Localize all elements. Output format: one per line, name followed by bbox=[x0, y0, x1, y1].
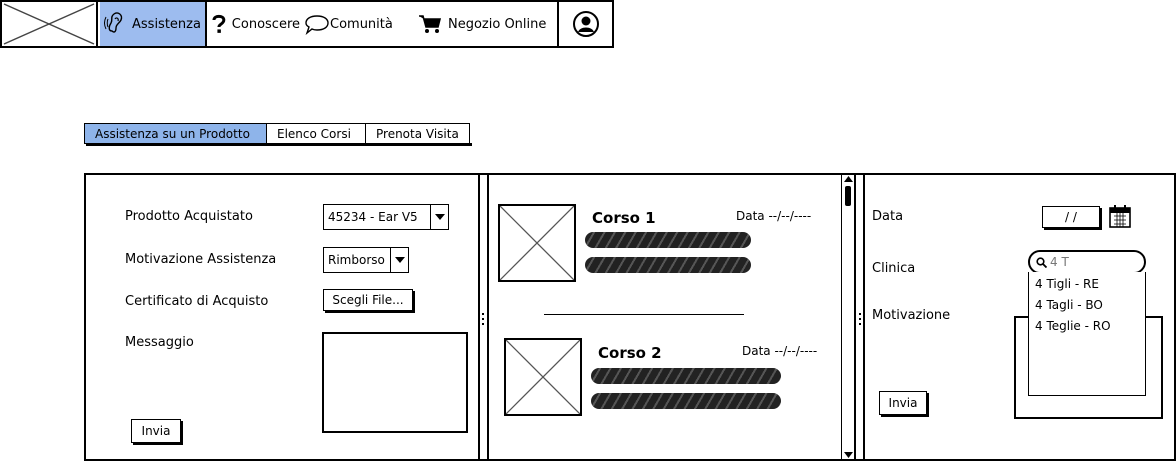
nav-label: Assistenza bbox=[132, 16, 201, 32]
tab-prenota-visita[interactable]: Prenota Visita bbox=[365, 123, 470, 144]
chevron-down-icon bbox=[390, 248, 408, 272]
course-list-panel: Corso 1 Data --/--/---- Corso 2 Data --/… bbox=[487, 173, 856, 461]
grip-dot bbox=[482, 313, 484, 315]
clinic-search-input[interactable]: 4 T bbox=[1028, 250, 1146, 274]
scrollbar[interactable] bbox=[841, 175, 854, 459]
product-select-value: 45234 - Ear V5 bbox=[328, 210, 418, 224]
nav-item-conoscere[interactable]: Conoscere bbox=[210, 2, 302, 46]
course-title: Corso 1 bbox=[592, 209, 656, 227]
grip-dot bbox=[859, 318, 861, 320]
submit-button[interactable]: Invia bbox=[879, 391, 927, 415]
reason-select[interactable]: Rimborso bbox=[323, 247, 409, 273]
scribbled-text bbox=[585, 257, 751, 273]
date-label: Data bbox=[872, 209, 904, 224]
image-placeholder-icon bbox=[499, 205, 575, 281]
nav-item-assistenza[interactable]: Assistenza bbox=[100, 2, 205, 46]
reason-select-value: Rimborso bbox=[328, 253, 385, 267]
reason-label: Motivazione bbox=[872, 308, 951, 323]
message-textarea[interactable] bbox=[322, 332, 468, 433]
logo-placeholder bbox=[2, 2, 98, 46]
clinic-dropdown: 4 Tigli - RE 4 Tagli - BO 4 Teglie - RO bbox=[1028, 272, 1146, 396]
question-icon bbox=[212, 14, 226, 33]
product-label: Prodotto Acquistato bbox=[125, 209, 253, 224]
search-icon bbox=[1036, 256, 1047, 268]
grip-dot bbox=[859, 313, 861, 315]
scribbled-text bbox=[591, 393, 781, 409]
cart-icon bbox=[419, 15, 442, 33]
scrollbar-thumb[interactable] bbox=[845, 186, 851, 206]
ear-icon bbox=[104, 12, 123, 33]
scroll-down-icon[interactable] bbox=[844, 452, 853, 458]
clinic-label: Clinica bbox=[872, 261, 916, 276]
clinic-option[interactable]: 4 Tigli - RE bbox=[1029, 273, 1145, 294]
tab-assistenza-prodotto[interactable]: Assistenza su un Prodotto bbox=[84, 123, 266, 144]
nav-item-negozio-online[interactable]: Negozio Online bbox=[416, 2, 556, 46]
nav-label: Comunità bbox=[330, 16, 393, 32]
date-input[interactable]: / / bbox=[1042, 206, 1100, 228]
tab-elenco-corsi[interactable]: Elenco Corsi bbox=[266, 123, 365, 144]
certificate-label: Certificato di Acquisto bbox=[125, 294, 269, 309]
divider bbox=[544, 314, 744, 315]
booking-form-panel: Data / / Clinica Motivazione 4 T 4 Tigli… bbox=[863, 173, 1176, 461]
message-label: Messaggio bbox=[125, 335, 194, 350]
image-placeholder-icon bbox=[3, 3, 95, 45]
reason-label: Motivazione Assistenza bbox=[125, 252, 277, 267]
clinic-search-value: 4 T bbox=[1050, 255, 1069, 269]
scribbled-text bbox=[591, 368, 781, 384]
top-navigation-bar: Assistenza Conoscere Comunità Negozio On… bbox=[0, 0, 614, 48]
clinic-option[interactable]: 4 Tagli - BO bbox=[1029, 294, 1145, 315]
product-select[interactable]: 45234 - Ear V5 bbox=[323, 204, 449, 230]
grip-dot bbox=[482, 318, 484, 320]
nav-item-comunita[interactable]: Comunità bbox=[302, 2, 402, 46]
course-image bbox=[498, 204, 576, 282]
tab-bar: Assistenza su un Prodotto Elenco Corsi P… bbox=[84, 123, 470, 144]
profile-button[interactable] bbox=[559, 2, 612, 46]
course-date: Data --/--/---- bbox=[736, 209, 812, 223]
speech-bubble-icon bbox=[305, 15, 329, 35]
user-icon bbox=[572, 11, 599, 37]
divider bbox=[205, 2, 207, 46]
nav-label: Conoscere bbox=[231, 16, 300, 32]
clinic-option[interactable]: 4 Teglie - RO bbox=[1029, 315, 1145, 336]
scroll-up-icon[interactable] bbox=[844, 176, 853, 182]
course-image bbox=[504, 338, 582, 416]
submit-button[interactable]: Invia bbox=[131, 419, 181, 443]
scribbled-text bbox=[585, 232, 751, 248]
grip-dot bbox=[859, 323, 861, 325]
course-date: Data --/--/---- bbox=[742, 344, 818, 358]
assistance-form-panel: Prodotto Acquistato 45234 - Ear V5 Motiv… bbox=[84, 173, 480, 461]
grip-dot bbox=[482, 323, 484, 325]
course-title: Corso 2 bbox=[598, 344, 662, 362]
chevron-down-icon bbox=[430, 205, 448, 229]
calendar-icon[interactable] bbox=[1109, 204, 1131, 228]
image-placeholder-icon bbox=[505, 339, 581, 415]
nav-label: Negozio Online bbox=[448, 16, 547, 32]
choose-file-button[interactable]: Scegli File... bbox=[323, 289, 413, 311]
